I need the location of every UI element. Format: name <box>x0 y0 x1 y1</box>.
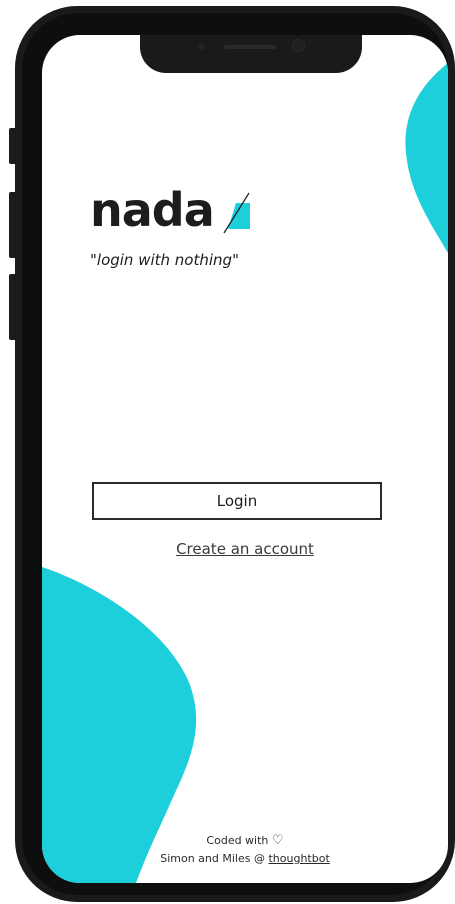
app-screen: nada "login with nothing" Login Create a… <box>42 35 448 883</box>
background-decoration <box>42 63 448 883</box>
device-mockup: nada "login with nothing" Login Create a… <box>0 0 455 904</box>
front-camera <box>292 39 305 52</box>
thoughtbot-link[interactable]: thoughtbot <box>268 852 329 865</box>
proximity-sensor <box>198 43 205 50</box>
footer: Coded with ♡ Simon and Miles @ thoughtbo… <box>42 832 448 868</box>
phone-frame: nada "login with nothing" Login Create a… <box>15 6 455 902</box>
footer-coded-with: Coded with ♡ <box>42 832 448 850</box>
logo-slash-icon <box>223 192 250 234</box>
login-button[interactable]: Login <box>92 482 382 520</box>
footer-credit: Simon and Miles @ thoughtbot <box>42 850 448 868</box>
heart-icon: ♡ <box>271 833 284 848</box>
top-right-blob <box>405 63 448 253</box>
app-tagline: "login with nothing" <box>90 251 239 269</box>
device-notch <box>140 35 362 73</box>
create-account-link[interactable]: Create an account <box>42 540 448 558</box>
credit-text: Simon and Miles @ <box>160 852 265 865</box>
earpiece-speaker <box>224 45 276 49</box>
app-logo: nada <box>90 183 250 237</box>
coded-with-text: Coded with <box>206 834 269 847</box>
